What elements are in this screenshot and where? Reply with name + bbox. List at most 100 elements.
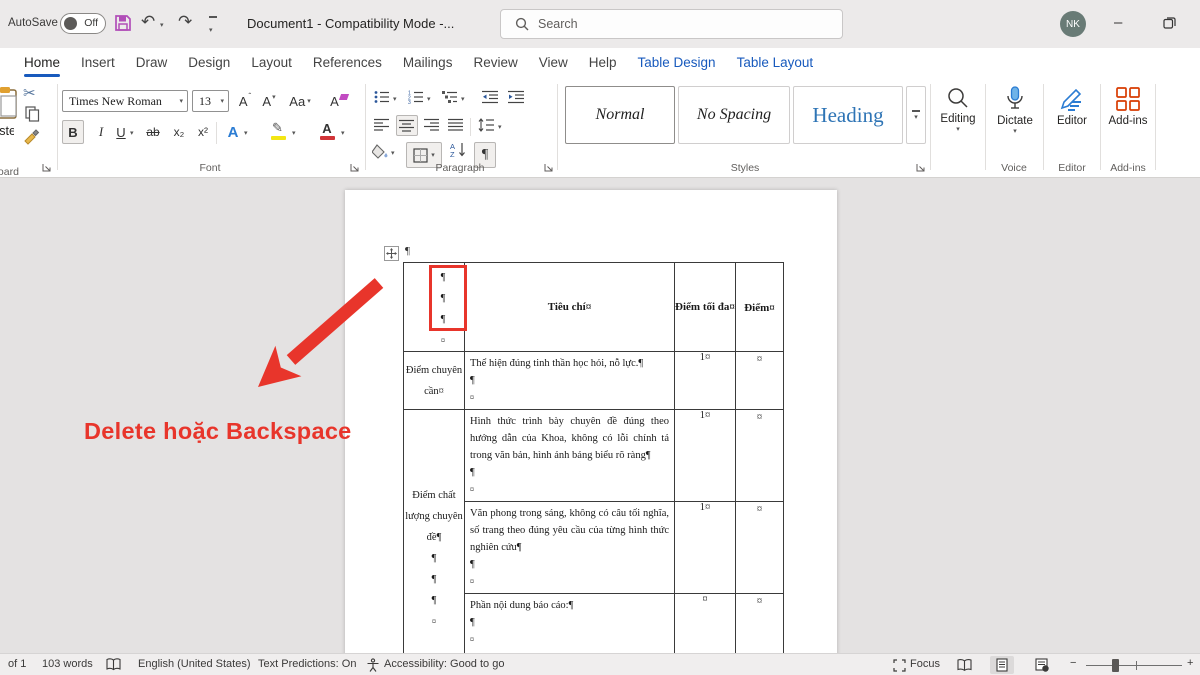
- proofing-icon[interactable]: [106, 658, 121, 671]
- text-predictions[interactable]: Text Predictions: On: [258, 658, 356, 670]
- cell-max[interactable]: 1¤: [675, 410, 736, 502]
- language-indicator[interactable]: English (United States): [138, 658, 251, 670]
- row-label[interactable]: Điểm chuyên cần¤: [404, 352, 465, 410]
- font-size-combobox[interactable]: 13▾: [192, 90, 229, 112]
- row-label-merged[interactable]: Điểm chất lượng chuyên đề¶ ¶ ¶ ¶ ¤: [404, 410, 465, 654]
- undo-icon[interactable]: ↶: [141, 12, 155, 32]
- shading-chevron-icon[interactable]: ▾: [391, 149, 395, 157]
- redo-icon[interactable]: ↷: [178, 12, 192, 32]
- cell-criteria[interactable]: Hình thức trình bày chuyên đề đúng theo …: [465, 410, 675, 502]
- underline-chevron-icon[interactable]: ▾: [130, 129, 134, 137]
- sort-icon[interactable]: AZ: [450, 142, 467, 158]
- word-count[interactable]: 103 words: [42, 658, 93, 670]
- page-indicator[interactable]: of 1: [8, 658, 26, 670]
- font-color-chevron-icon[interactable]: ▾: [341, 129, 345, 137]
- italic-button[interactable]: I: [92, 120, 110, 144]
- styles-gallery-more-icon[interactable]: ▾: [906, 86, 926, 144]
- change-case-button[interactable]: Aa▾: [288, 90, 312, 112]
- underline-button[interactable]: U: [112, 120, 130, 144]
- superscript-button[interactable]: x²: [194, 120, 212, 144]
- addins-button[interactable]: Add-ins: [1103, 86, 1153, 127]
- dictate-button[interactable]: Dictate ▾: [990, 86, 1040, 135]
- style-heading[interactable]: Heading: [793, 86, 903, 144]
- tab-design[interactable]: Design: [188, 48, 230, 78]
- tab-table-layout[interactable]: Table Layout: [737, 48, 814, 78]
- font-dialog-launcher-icon[interactable]: [350, 163, 360, 173]
- accessibility-status[interactable]: Accessibility: Good to go: [384, 658, 504, 670]
- focus-icon[interactable]: [893, 659, 906, 672]
- text-effects-chevron-icon[interactable]: ▾: [244, 129, 248, 137]
- cell-criteria[interactable]: Thể hiện đúng tinh thần học hỏi, nỗ lực.…: [465, 352, 675, 410]
- zoom-in-button[interactable]: +: [1187, 657, 1193, 669]
- font-color-button[interactable]: A: [318, 118, 336, 138]
- align-center-icon[interactable]: [396, 115, 418, 136]
- line-spacing-chevron-icon[interactable]: ▾: [498, 123, 502, 131]
- subscript-button[interactable]: x₂: [170, 120, 188, 144]
- tab-table-design[interactable]: Table Design: [638, 48, 716, 78]
- tab-view[interactable]: View: [539, 48, 568, 78]
- copy-icon[interactable]: [25, 106, 40, 122]
- bold-button[interactable]: B: [62, 120, 84, 144]
- cell-max[interactable]: 1¤: [675, 502, 736, 594]
- avatar[interactable]: NK: [1060, 11, 1086, 37]
- tab-mailings[interactable]: Mailings: [403, 48, 453, 78]
- save-icon[interactable]: [113, 13, 133, 33]
- tab-insert[interactable]: Insert: [81, 48, 115, 78]
- numbering-chevron-icon[interactable]: ▾: [427, 95, 431, 103]
- shrink-font-button[interactable]: A▾: [260, 90, 278, 112]
- web-layout-icon[interactable]: [1030, 656, 1054, 674]
- paragraph-dialog-launcher-icon[interactable]: [544, 163, 554, 173]
- format-painter-icon[interactable]: [23, 128, 40, 145]
- undo-chevron-icon[interactable]: ▾: [160, 21, 164, 29]
- read-mode-icon[interactable]: [952, 656, 976, 674]
- cell-score[interactable]: ¤: [736, 594, 784, 654]
- print-layout-icon[interactable]: [990, 656, 1014, 674]
- tab-home[interactable]: Home: [24, 48, 60, 78]
- customize-qat-icon[interactable]: ▾: [209, 16, 217, 37]
- header-score[interactable]: Điểm¤: [736, 263, 784, 352]
- highlight-chevron-icon[interactable]: ▾: [292, 129, 296, 137]
- align-right-icon[interactable]: [424, 118, 440, 132]
- editor-button[interactable]: Editor: [1047, 86, 1097, 127]
- paste-icon[interactable]: [0, 86, 20, 120]
- line-spacing-icon[interactable]: [478, 118, 495, 132]
- decrease-indent-icon[interactable]: [482, 90, 499, 104]
- table-move-handle-icon[interactable]: [384, 246, 399, 261]
- header-criteria[interactable]: Tiêu chí¤: [465, 263, 675, 352]
- numbering-icon[interactable]: 123: [408, 90, 424, 104]
- header-max-score[interactable]: Điểm tối đa¤: [675, 263, 736, 352]
- grow-font-button[interactable]: Aˆ: [236, 90, 254, 112]
- cell-score[interactable]: ¤: [736, 352, 784, 410]
- highlight-button[interactable]: ✎: [272, 120, 283, 136]
- autosave-toggle[interactable]: Off: [60, 13, 106, 34]
- clipboard-dialog-launcher-icon[interactable]: [42, 163, 52, 173]
- strikethrough-button[interactable]: ab: [144, 120, 162, 144]
- clear-formatting-button[interactable]: A: [330, 90, 348, 112]
- focus-label[interactable]: Focus: [910, 658, 940, 670]
- style-no-spacing[interactable]: No Spacing: [678, 86, 790, 144]
- zoom-slider-handle[interactable]: [1112, 659, 1119, 672]
- cell-max[interactable]: 1¤: [675, 352, 736, 410]
- cut-icon[interactable]: ✂: [23, 84, 36, 102]
- multilevel-list-icon[interactable]: [442, 90, 458, 104]
- tab-references[interactable]: References: [313, 48, 382, 78]
- document-page[interactable]: ¶ ¶ ¶ ¶ ¤ Tiêu chí¤ Điểm tối đa¤ Điểm¤ Đ…: [345, 190, 837, 653]
- text-effects-button[interactable]: A: [224, 120, 242, 144]
- cell-score[interactable]: ¤: [736, 502, 784, 594]
- align-left-icon[interactable]: [374, 118, 390, 132]
- style-normal[interactable]: Normal: [565, 86, 675, 144]
- tab-draw[interactable]: Draw: [136, 48, 168, 78]
- increase-indent-icon[interactable]: [508, 90, 525, 104]
- search-input[interactable]: Search: [500, 9, 843, 39]
- cell-max[interactable]: ¤: [675, 594, 736, 654]
- bullets-chevron-icon[interactable]: ▾: [393, 95, 397, 103]
- bullets-icon[interactable]: [374, 90, 390, 104]
- multilevel-chevron-icon[interactable]: ▾: [461, 95, 465, 103]
- minimize-icon[interactable]: –: [1114, 14, 1128, 31]
- cell-criteria[interactable]: Văn phong trong sáng, không có câu tối n…: [465, 502, 675, 594]
- restore-window-icon[interactable]: [1163, 16, 1176, 29]
- zoom-slider-track[interactable]: [1086, 665, 1182, 666]
- font-name-combobox[interactable]: Times New Roman▾: [62, 90, 188, 112]
- justify-icon[interactable]: [448, 118, 464, 132]
- shading-icon[interactable]: [372, 144, 389, 159]
